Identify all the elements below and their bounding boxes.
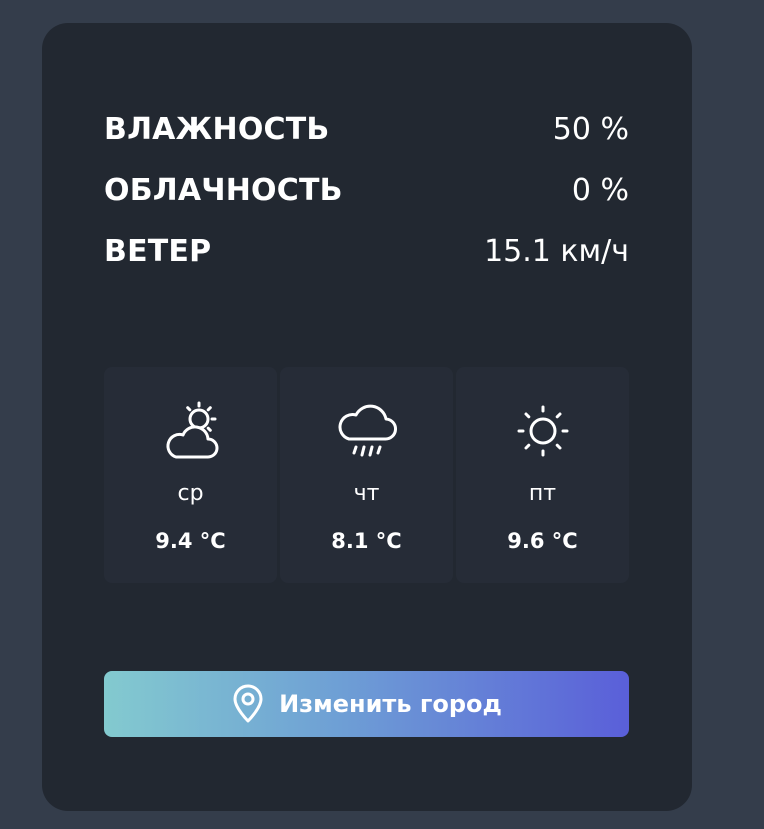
weather-stats: ВЛАЖНОСТЬ 50 % ОБЛАЧНОСТЬ 0 % ВЕТЕР 15.1…: [104, 99, 629, 282]
stat-row-cloudiness: ОБЛАЧНОСТЬ 0 %: [104, 160, 629, 221]
change-city-button[interactable]: Изменить город: [104, 671, 629, 737]
forecast-day-temp: 9.6 °C: [507, 529, 578, 553]
stat-row-humidity: ВЛАЖНОСТЬ 50 %: [104, 99, 629, 160]
forecast-day-temp: 9.4 °C: [155, 529, 226, 553]
location-pin-icon: [231, 684, 265, 724]
wind-value: 15.1 км/ч: [484, 234, 629, 269]
change-city-label: Изменить город: [279, 690, 502, 718]
forecast-day-temp: 8.1 °C: [331, 529, 402, 553]
humidity-value: 50 %: [552, 112, 629, 147]
forecast-day-name: ср: [177, 481, 204, 506]
forecast-day-wednesday: ср 9.4 °C: [104, 367, 277, 583]
forecast-day-thursday: чт 8.1 °C: [280, 367, 453, 583]
cloudiness-value: 0 %: [571, 173, 629, 208]
wind-label: ВЕТЕР: [104, 234, 212, 269]
partly-cloudy-icon: [155, 395, 227, 467]
forecast-day-name: чт: [353, 481, 380, 506]
forecast-list: ср 9.4 °C чт 8.1 °C пт 9.6 °C: [104, 367, 629, 583]
sun-icon: [507, 395, 579, 467]
cloudiness-label: ОБЛАЧНОСТЬ: [104, 173, 343, 208]
stat-row-wind: ВЕТЕР 15.1 км/ч: [104, 221, 629, 282]
forecast-day-friday: пт 9.6 °C: [456, 367, 629, 583]
rain-cloud-icon: [331, 395, 403, 467]
forecast-day-name: пт: [528, 481, 557, 506]
weather-details-card: ВЛАЖНОСТЬ 50 % ОБЛАЧНОСТЬ 0 % ВЕТЕР 15.1…: [42, 23, 692, 811]
humidity-label: ВЛАЖНОСТЬ: [104, 112, 330, 147]
